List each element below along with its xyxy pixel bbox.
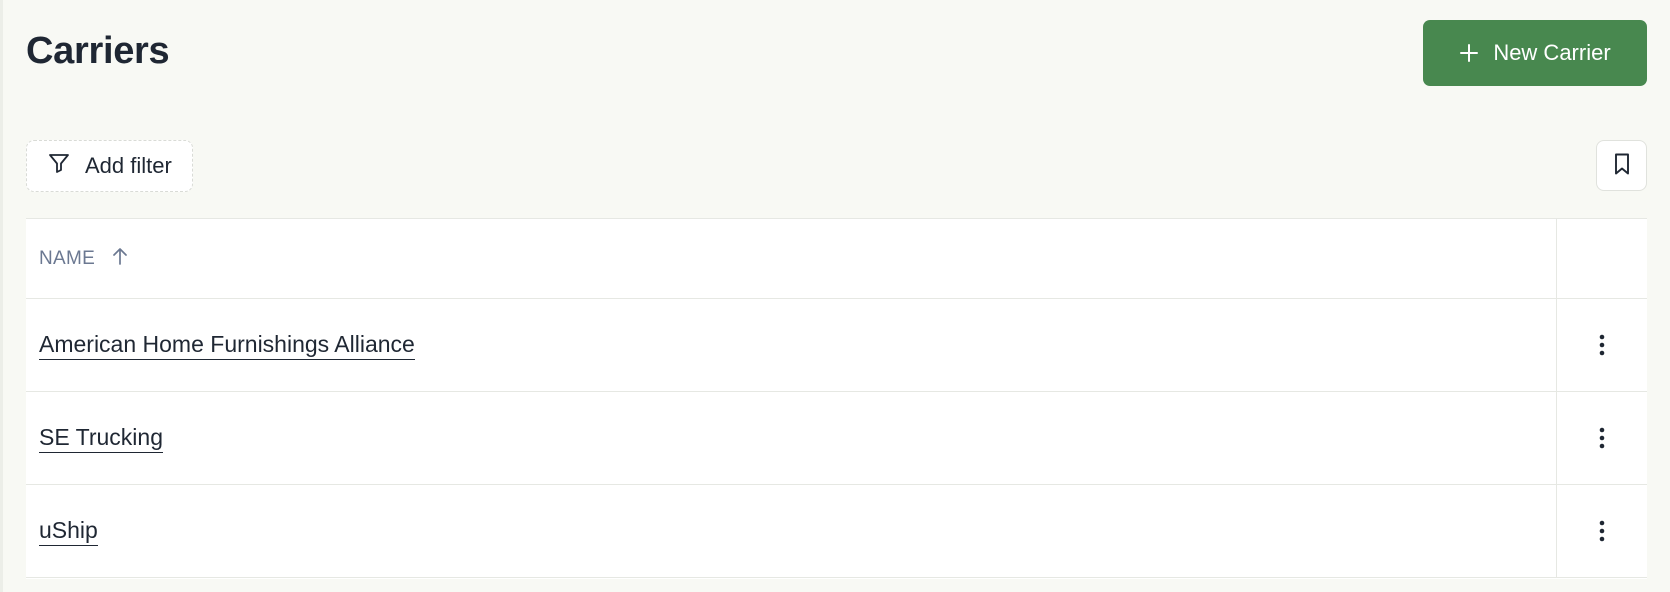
add-filter-button[interactable]: Add filter (26, 140, 193, 192)
carrier-name-link[interactable]: uShip (39, 517, 98, 546)
name-cell: SE Trucking (26, 392, 1556, 484)
name-cell: American Home Furnishings Alliance (26, 299, 1556, 391)
table-row: American Home Furnishings Alliance (26, 299, 1647, 392)
table-toolbar: Add filter (26, 140, 1647, 192)
page-title: Carriers (26, 30, 170, 72)
more-vertical-icon[interactable] (1584, 513, 1620, 549)
filter-icon (47, 151, 71, 181)
actions-cell (1556, 299, 1647, 391)
name-column-label: NAME (39, 247, 96, 269)
bookmark-icon (1611, 152, 1633, 179)
name-column-header[interactable]: NAME (39, 246, 129, 272)
new-carrier-button[interactable]: New Carrier (1423, 20, 1647, 86)
table-row: uShip (26, 485, 1647, 578)
actions-column-header (1556, 219, 1647, 298)
table-row: SE Trucking (26, 392, 1647, 485)
name-cell: uShip (26, 485, 1556, 577)
plus-icon (1459, 43, 1479, 63)
new-carrier-button-label: New Carrier (1493, 40, 1611, 65)
carriers-page: Carriers New Carrier Add filter NAME Ame… (0, 0, 1670, 592)
saved-views-button[interactable] (1596, 140, 1647, 191)
name-column-header-cell: NAME (26, 219, 1556, 298)
more-vertical-icon[interactable] (1584, 327, 1620, 363)
carrier-name-link[interactable]: American Home Furnishings Alliance (39, 331, 415, 360)
carrier-name-link[interactable]: SE Trucking (39, 424, 163, 453)
actions-cell (1556, 392, 1647, 484)
actions-cell (1556, 485, 1647, 577)
carriers-table: NAME American Home Furnishings Alliance (26, 218, 1647, 579)
more-vertical-icon[interactable] (1584, 420, 1620, 456)
page-header: Carriers New Carrier (26, 20, 1647, 86)
table-header-row: NAME (26, 219, 1647, 299)
arrow-up-icon (111, 246, 129, 272)
add-filter-label: Add filter (85, 153, 172, 178)
